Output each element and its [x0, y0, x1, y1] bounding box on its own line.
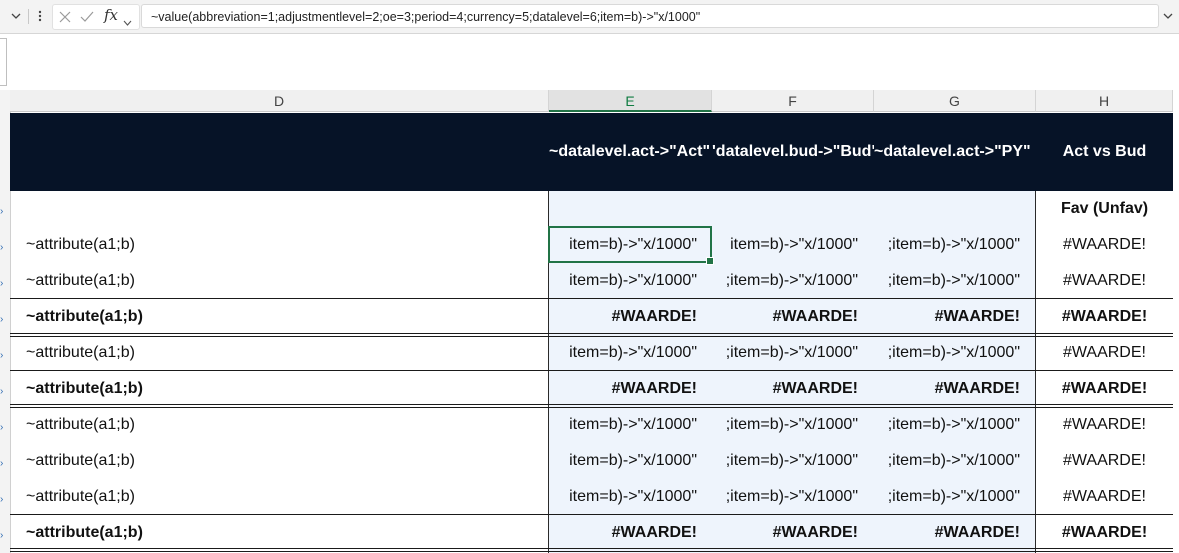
fill-handle[interactable]: [706, 257, 714, 265]
cell-f[interactable]: #WAARDE!: [712, 515, 858, 551]
cell-f[interactable]: item=b)->"x/1000": [712, 227, 858, 263]
cell-h[interactable]: #WAARDE!: [1036, 371, 1173, 407]
border-line: [10, 407, 1173, 408]
header-act-vs-bud[interactable]: Act vs Bud: [1036, 143, 1173, 161]
cell-g[interactable]: ;item=b)->"x/1000": [874, 227, 1020, 263]
row-label[interactable]: ~attribute(a1;b): [26, 227, 526, 263]
row-label[interactable]: ~attribute(a1;b): [26, 407, 526, 443]
cell-e[interactable]: item=b)->"x/1000": [549, 263, 697, 299]
row-label[interactable]: ~attribute(a1;b): [26, 263, 526, 299]
cell-f[interactable]: ;item=b)->"x/1000": [712, 335, 858, 371]
row-label[interactable]: ~attribute(a1;b): [26, 371, 526, 407]
cell-e[interactable]: #WAARDE!: [549, 515, 697, 551]
cell-h[interactable]: #WAARDE!: [1036, 335, 1173, 371]
header-act[interactable]: ~datalevel.act->"Act": [549, 143, 712, 161]
column-header-g[interactable]: G: [874, 90, 1036, 112]
formula-input[interactable]: ~value(abbreviation=1;adjustmentlevel=2;…: [141, 4, 1159, 28]
cell-e[interactable]: item=b)->"x/1000": [549, 407, 697, 443]
cell-g[interactable]: #WAARDE!: [874, 371, 1020, 407]
row-label[interactable]: ~attribute(a1;b): [26, 299, 526, 335]
column-header-f[interactable]: F: [712, 90, 874, 112]
cell-f[interactable]: ;item=b)->"x/1000": [712, 263, 858, 299]
border-line: [10, 551, 1173, 552]
active-cell-selection[interactable]: [548, 226, 714, 265]
cell-h[interactable]: #WAARDE!: [1036, 227, 1173, 263]
border-line: [10, 548, 1173, 549]
row-label[interactable]: ~attribute(a1;b): [26, 515, 526, 551]
cell-h[interactable]: #WAARDE!: [1036, 407, 1173, 443]
row-marker: ›: [0, 458, 4, 469]
expand-formula-icon[interactable]: [1163, 7, 1179, 25]
cell-h[interactable]: #WAARDE!: [1036, 443, 1173, 479]
border-line: [10, 336, 1173, 337]
cell-h[interactable]: #WAARDE!: [1036, 515, 1173, 551]
cell-e[interactable]: item=b)->"x/1000": [549, 443, 697, 479]
cell-g[interactable]: #WAARDE!: [874, 299, 1020, 335]
border-line: [10, 370, 1173, 371]
row-marker: ›: [0, 494, 4, 505]
row-marker: ›: [0, 422, 4, 433]
cell-e[interactable]: #WAARDE!: [549, 299, 697, 335]
row-label[interactable]: ~attribute(a1;b): [26, 335, 526, 371]
cell-g[interactable]: ;item=b)->"x/1000": [874, 407, 1020, 443]
row-marker: ›: [0, 350, 4, 361]
cell-e[interactable]: #WAARDE!: [549, 371, 697, 407]
cell-g[interactable]: ;item=b)->"x/1000": [874, 263, 1020, 299]
cell-f[interactable]: ;item=b)->"x/1000": [712, 479, 858, 515]
cell-g[interactable]: ;item=b)->"x/1000": [874, 335, 1020, 371]
row-marker: ›: [0, 314, 4, 325]
header-py[interactable]: ~datalevel.act->"PY": [874, 143, 1036, 161]
column-header-h[interactable]: H: [1036, 90, 1173, 112]
cell-f[interactable]: #WAARDE!: [712, 299, 858, 335]
formula-bar: fx ~value(abbreviation=1;adjustmentlevel…: [0, 0, 1179, 34]
check-icon[interactable]: [80, 10, 94, 28]
cell-h[interactable]: #WAARDE!: [1036, 299, 1173, 335]
fx-chevron-icon[interactable]: [123, 13, 132, 31]
x-icon[interactable]: [59, 10, 71, 28]
cell-f[interactable]: ;item=b)->"x/1000": [712, 407, 858, 443]
cell-e[interactable]: item=b)->"x/1000": [549, 335, 697, 371]
divider: [28, 9, 29, 24]
cell-e[interactable]: item=b)->"x/1000": [549, 479, 697, 515]
row-marker: ›: [0, 278, 4, 289]
fx-button[interactable]: fx: [104, 6, 118, 24]
row-label[interactable]: ~attribute(a1;b): [26, 479, 526, 515]
header-bud[interactable]: 'datalevel.bud->"Bud": [712, 143, 874, 161]
cell-h[interactable]: #WAARDE!: [1036, 479, 1173, 515]
row-marker: ›: [0, 206, 4, 217]
cell-h[interactable]: #WAARDE!: [1036, 263, 1173, 299]
border-line: [10, 298, 1173, 299]
cell-f[interactable]: #WAARDE!: [712, 371, 858, 407]
border-left-h: [1035, 191, 1036, 553]
cell-g[interactable]: #WAARDE!: [874, 515, 1020, 551]
cell-g[interactable]: ;item=b)->"x/1000": [874, 479, 1020, 515]
border-line: [10, 514, 1173, 515]
subheader-fav-unfav[interactable]: Fav (Unfav): [1036, 191, 1173, 227]
name-box-fragment[interactable]: [0, 38, 7, 86]
cell-f[interactable]: ;item=b)->"x/1000": [712, 443, 858, 479]
row-label[interactable]: ~attribute(a1;b): [26, 443, 526, 479]
row-marker: ›: [0, 386, 4, 397]
border-line: [10, 333, 1173, 334]
vertical-ellipsis-icon[interactable]: [34, 7, 46, 25]
formula-buttons: fx: [52, 4, 140, 30]
row-marker: ›: [0, 242, 4, 253]
row-marker: ›: [0, 530, 4, 541]
border-line: [10, 404, 1173, 405]
column-header-d[interactable]: D: [10, 90, 549, 112]
cell-g[interactable]: ;item=b)->"x/1000": [874, 443, 1020, 479]
chevron-down-icon[interactable]: [8, 7, 24, 25]
column-header-e[interactable]: E: [549, 90, 712, 112]
